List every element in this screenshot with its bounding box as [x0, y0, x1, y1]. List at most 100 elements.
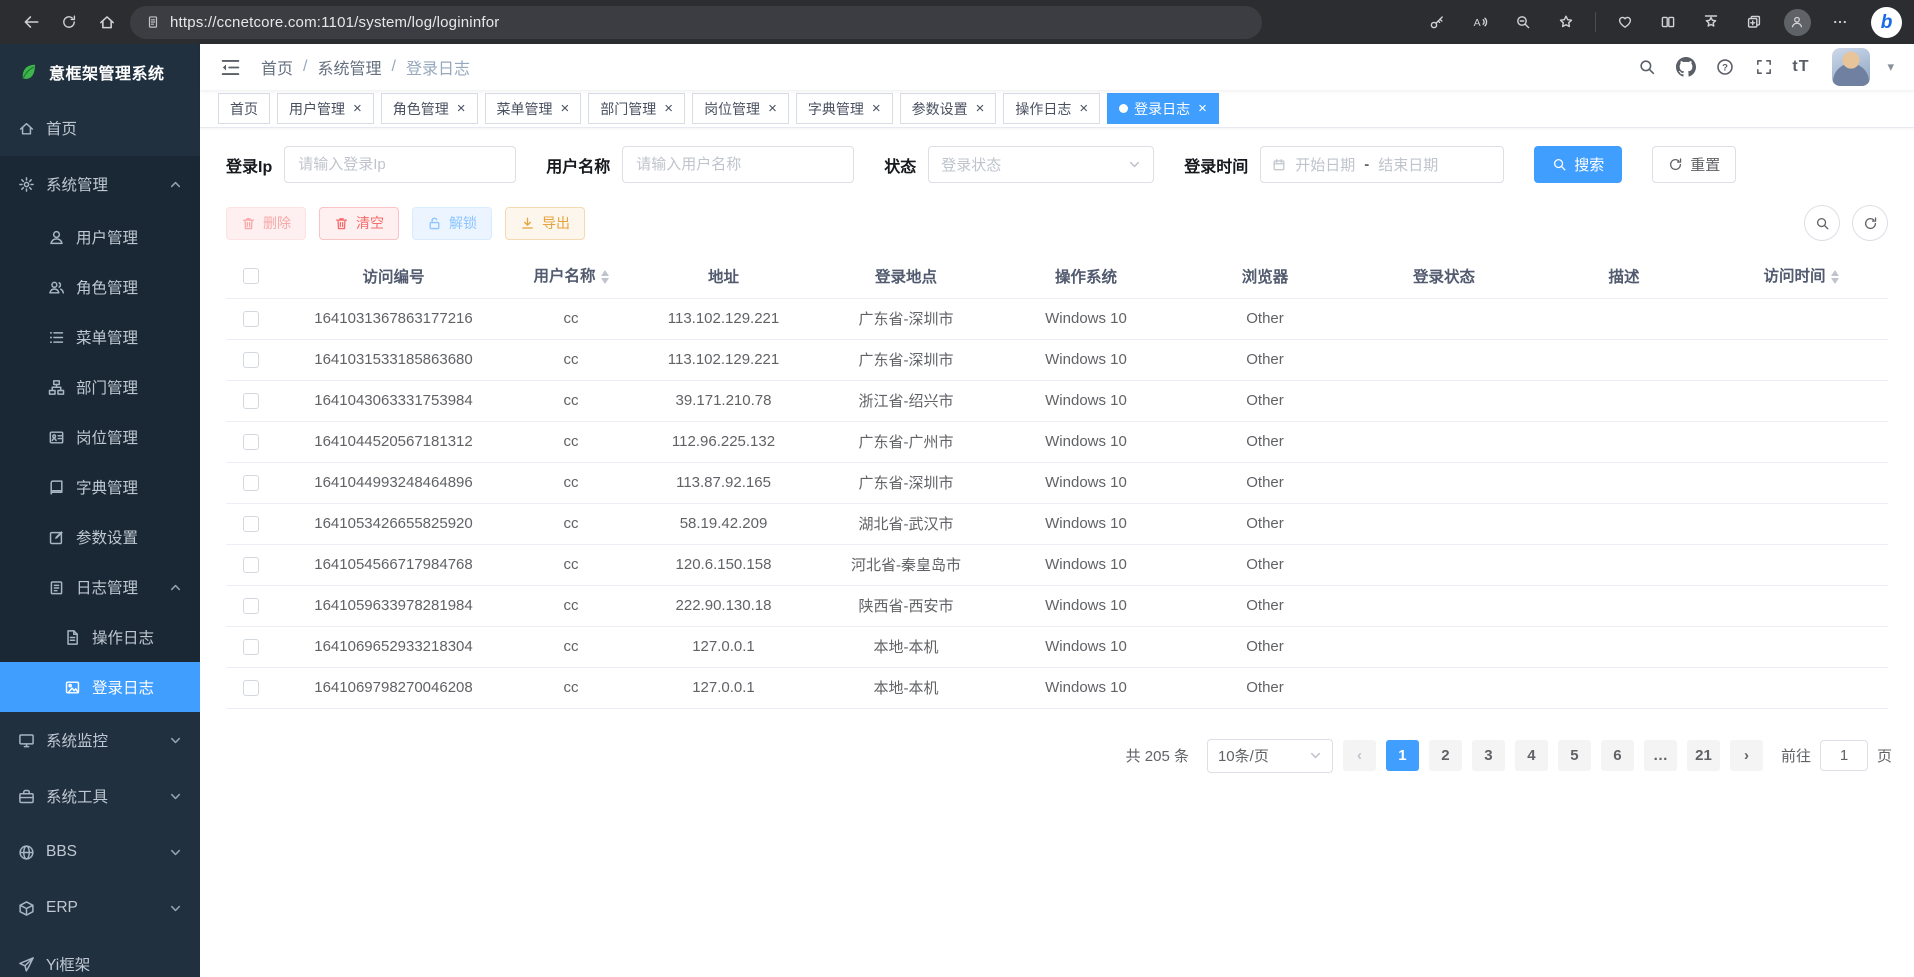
- tab-menu-management[interactable]: 菜单管理×: [485, 93, 582, 124]
- tab-close-icon[interactable]: ×: [1198, 101, 1207, 116]
- page-button-21[interactable]: 21: [1687, 740, 1720, 771]
- browser-refresh-icon[interactable]: [50, 5, 88, 39]
- favorites-icon[interactable]: [1693, 5, 1729, 39]
- tab-close-icon[interactable]: ×: [353, 101, 362, 116]
- tab-close-icon[interactable]: ×: [976, 101, 985, 116]
- tab-close-icon[interactable]: ×: [1079, 101, 1088, 116]
- row-checkbox[interactable]: [243, 598, 259, 614]
- select-all-checkbox[interactable]: [243, 268, 259, 284]
- sidebar-item-role-management[interactable]: 角色管理: [0, 262, 200, 312]
- sidebar-item-dict-management[interactable]: 字典管理: [0, 462, 200, 512]
- browser-essentials-icon[interactable]: [1607, 5, 1643, 39]
- split-screen-icon[interactable]: [1650, 5, 1686, 39]
- sidebar-item-system-management[interactable]: 系统管理: [0, 156, 200, 212]
- github-icon[interactable]: [1675, 56, 1697, 78]
- sidebar-item-dept-management[interactable]: 部门管理: [0, 362, 200, 412]
- browser-home-icon[interactable]: [88, 5, 126, 39]
- export-button[interactable]: 导出: [505, 207, 585, 240]
- clear-button[interactable]: 清空: [319, 207, 399, 240]
- tab-close-icon[interactable]: ×: [872, 101, 881, 116]
- row-checkbox[interactable]: [243, 557, 259, 573]
- sidebar-item-log-management[interactable]: 日志管理: [0, 562, 200, 612]
- search-button[interactable]: 搜索: [1534, 146, 1622, 183]
- reset-button[interactable]: 重置: [1652, 146, 1736, 183]
- page-button-5[interactable]: 5: [1558, 740, 1591, 771]
- date-range-picker[interactable]: 开始日期 - 结束日期: [1260, 146, 1504, 183]
- sidebar-item-home[interactable]: 首页: [0, 100, 200, 156]
- username-input[interactable]: [622, 146, 854, 183]
- font-size-icon[interactable]: tT: [1792, 58, 1809, 76]
- sidebar-item-erp[interactable]: ERP: [0, 880, 200, 936]
- tab-close-icon[interactable]: ×: [561, 101, 570, 116]
- tab-close-icon[interactable]: ×: [664, 101, 673, 116]
- page-size-select[interactable]: 10条/页: [1207, 739, 1333, 773]
- goto-page-input[interactable]: [1820, 740, 1868, 771]
- browser-back-icon[interactable]: [12, 5, 50, 39]
- status-select[interactable]: 登录状态: [928, 146, 1154, 183]
- row-checkbox[interactable]: [243, 680, 259, 696]
- next-page-button[interactable]: ›: [1730, 740, 1763, 771]
- row-checkbox[interactable]: [243, 352, 259, 368]
- sidebar-item-user-management[interactable]: 用户管理: [0, 212, 200, 262]
- unlock-button[interactable]: 解锁: [412, 207, 492, 240]
- sort-caret-icon[interactable]: [601, 266, 609, 288]
- tab-dept-management[interactable]: 部门管理×: [588, 93, 685, 124]
- sidebar-item-param-settings[interactable]: 参数设置: [0, 512, 200, 562]
- sidebar-item-menu-management[interactable]: 菜单管理: [0, 312, 200, 362]
- browser-menu-icon[interactable]: [1822, 5, 1858, 39]
- tab-user-management[interactable]: 用户管理×: [277, 93, 374, 124]
- sidebar-item-system-monitor[interactable]: 系统监控: [0, 712, 200, 768]
- page-button-1[interactable]: 1: [1386, 740, 1419, 771]
- column-header-user[interactable]: 用户名称: [511, 255, 631, 298]
- prev-page-button[interactable]: ‹: [1343, 740, 1376, 771]
- column-header-time[interactable]: 访问时间: [1714, 255, 1888, 298]
- tab-dict-management[interactable]: 字典管理×: [796, 93, 893, 124]
- read-aloud-icon[interactable]: A: [1462, 5, 1498, 39]
- tab-home[interactable]: 首页: [218, 93, 270, 124]
- header-search-icon[interactable]: [1636, 56, 1658, 78]
- row-checkbox[interactable]: [243, 311, 259, 327]
- app-logo[interactable]: 意框架管理系统: [0, 44, 200, 100]
- sort-caret-icon[interactable]: [1831, 266, 1839, 288]
- row-checkbox[interactable]: [243, 639, 259, 655]
- sidebar-item-system-tools[interactable]: 系统工具: [0, 768, 200, 824]
- delete-button[interactable]: 删除: [226, 207, 306, 240]
- page-button-3[interactable]: 3: [1472, 740, 1505, 771]
- address-bar[interactable]: https://ccnetcore.com:1101/system/log/lo…: [130, 6, 1262, 39]
- row-checkbox[interactable]: [243, 516, 259, 532]
- zoom-icon[interactable]: [1505, 5, 1541, 39]
- tab-close-icon[interactable]: ×: [768, 101, 777, 116]
- page-button-6[interactable]: 6: [1601, 740, 1634, 771]
- row-checkbox[interactable]: [243, 393, 259, 409]
- breadcrumb-system[interactable]: 系统管理: [317, 55, 381, 79]
- page-button-2[interactable]: 2: [1429, 740, 1462, 771]
- tab-role-management[interactable]: 角色管理×: [381, 93, 478, 124]
- tab-post-management[interactable]: 岗位管理×: [692, 93, 789, 124]
- avatar-caret-icon[interactable]: ▾: [1887, 59, 1894, 75]
- login-ip-input[interactable]: [284, 146, 516, 183]
- help-icon[interactable]: ?: [1714, 56, 1736, 78]
- site-info-icon[interactable]: [146, 15, 160, 29]
- sidebar-item-yi-framework[interactable]: Yi框架: [0, 936, 200, 977]
- row-checkbox[interactable]: [243, 434, 259, 450]
- tab-param-settings[interactable]: 参数设置×: [900, 93, 997, 124]
- page-button-4[interactable]: 4: [1515, 740, 1548, 771]
- show-search-button[interactable]: [1804, 205, 1840, 241]
- row-checkbox[interactable]: [243, 475, 259, 491]
- copilot-icon[interactable]: b: [1871, 7, 1902, 38]
- sidebar-toggle-icon[interactable]: [220, 57, 241, 78]
- password-key-icon[interactable]: [1419, 5, 1455, 39]
- user-avatar[interactable]: [1832, 48, 1870, 86]
- sidebar-item-operation-log[interactable]: 操作日志: [0, 612, 200, 662]
- refresh-table-button[interactable]: [1852, 205, 1888, 241]
- tab-close-icon[interactable]: ×: [457, 101, 466, 116]
- collections-icon[interactable]: [1736, 5, 1772, 39]
- favorites-add-icon[interactable]: [1548, 5, 1584, 39]
- sidebar-item-post-management[interactable]: 岗位管理: [0, 412, 200, 462]
- breadcrumb-home[interactable]: 首页: [261, 55, 293, 79]
- sidebar-item-login-log[interactable]: 登录日志: [0, 662, 200, 712]
- fullscreen-icon[interactable]: [1753, 56, 1775, 78]
- tab-operation-log[interactable]: 操作日志×: [1003, 93, 1100, 124]
- browser-profile-avatar[interactable]: [1779, 5, 1815, 39]
- sidebar-item-bbs[interactable]: BBS: [0, 824, 200, 880]
